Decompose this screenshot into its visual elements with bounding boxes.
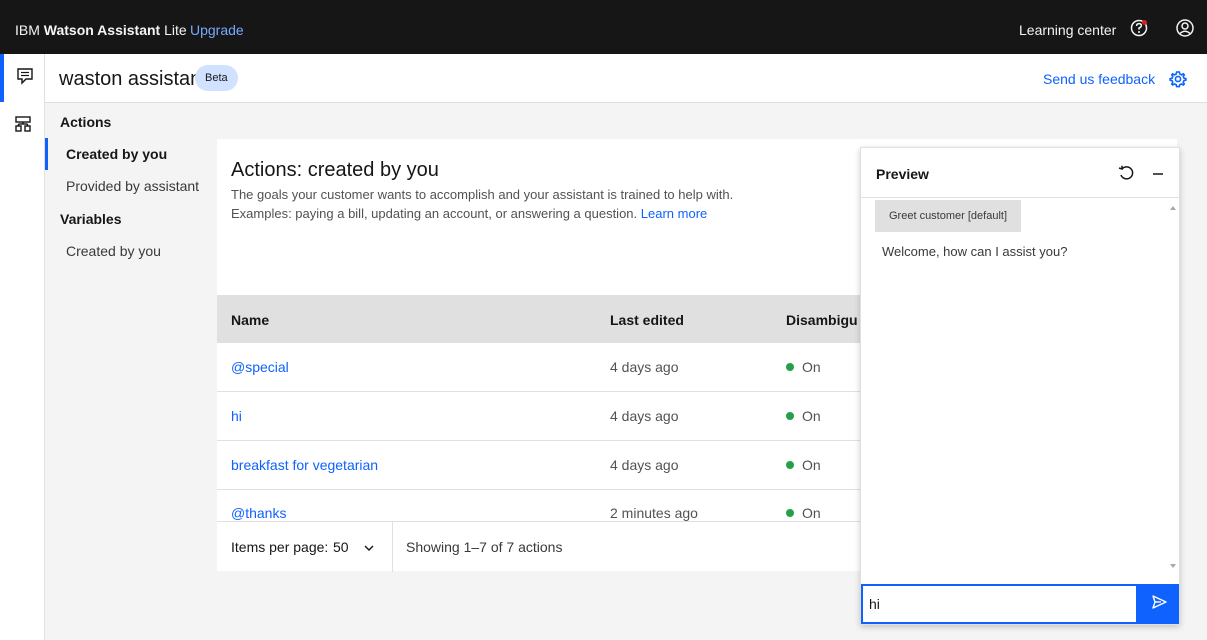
preview-conversation: Greet customer [default] Welcome, how ca…: [861, 199, 1179, 574]
last-edited: 4 days ago: [610, 408, 679, 424]
disambiguation-status: On: [786, 392, 821, 441]
table-header: Name Last edited Disambigu: [217, 295, 861, 343]
status-dot-icon: [786, 509, 794, 517]
disambiguation-status: On: [786, 490, 821, 521]
actions-table: Name Last edited Disambigu @special 4 da…: [217, 295, 861, 521]
status-dot-icon: [786, 461, 794, 469]
description-examples: Examples: paying a bill, updating an acc…: [231, 206, 638, 221]
items-per-page-label: Items per page:: [231, 539, 329, 555]
status-text: On: [802, 359, 821, 375]
assistant-message: Welcome, how can I assist you?: [882, 244, 1068, 259]
description-line-2: Examples: paying a bill, updating an acc…: [231, 204, 851, 223]
status-dot-icon: [786, 412, 794, 420]
preview-title: Preview: [876, 166, 929, 182]
pagination-divider: [392, 522, 393, 572]
help-icon[interactable]: [1129, 18, 1149, 38]
status-text: On: [802, 457, 821, 473]
scrollbar[interactable]: [1167, 199, 1179, 574]
left-rail: [0, 54, 45, 640]
nav-heading-variables: Variables: [60, 211, 122, 227]
preview-header: Preview: [861, 148, 1179, 198]
send-button[interactable]: [1138, 584, 1179, 624]
message-input[interactable]: [861, 584, 1138, 624]
minimize-icon[interactable]: [1148, 163, 1168, 183]
items-per-page-value: 50: [333, 539, 349, 555]
table-row[interactable]: breakfast for vegetarian 4 days ago On: [217, 441, 861, 490]
action-name-link[interactable]: @thanks: [231, 490, 286, 521]
page-title: Actions: created by you: [231, 159, 439, 181]
nav-heading-actions: Actions: [60, 114, 112, 130]
learn-more-link[interactable]: Learn more: [641, 206, 707, 221]
nav-item-actions-created-by-you[interactable]: Created by you: [45, 138, 217, 170]
learning-center-link[interactable]: Learning center: [1019, 0, 1116, 60]
brand-prefix: IBM: [15, 22, 40, 38]
last-edited: 4 days ago: [610, 457, 679, 473]
table-row[interactable]: hi 4 days ago On: [217, 392, 861, 441]
assistant-name: waston assistant: [59, 68, 207, 90]
table-row[interactable]: @special 4 days ago On: [217, 343, 861, 392]
top-bar: IBM Watson Assistant Lite Upgrade Learni…: [0, 0, 1207, 54]
status-text: On: [802, 505, 821, 521]
upgrade-link[interactable]: Upgrade: [190, 0, 244, 60]
items-per-page-select[interactable]: 50: [319, 522, 391, 572]
preview-panel: Preview Greet customer [default] Welcome…: [860, 147, 1180, 625]
page-description: The goals your customer wants to accompl…: [231, 185, 851, 223]
rail-actions-button[interactable]: [0, 54, 45, 102]
restart-icon[interactable]: [1116, 163, 1136, 183]
brand-plan: Lite: [164, 22, 187, 38]
nav-item-variables-created-by-you[interactable]: Created by you: [45, 235, 217, 267]
column-header-name[interactable]: Name: [231, 295, 269, 345]
disambiguation-status: On: [786, 441, 821, 490]
status-text: On: [802, 408, 821, 424]
column-header-disambiguation[interactable]: Disambigu: [786, 295, 858, 345]
product-name: IBM Watson Assistant Lite: [15, 0, 187, 54]
status-dot-icon: [786, 363, 794, 371]
table-row[interactable]: @thanks 2 minutes ago On: [217, 490, 861, 521]
beta-badge: Beta: [195, 65, 238, 91]
last-edited: 4 days ago: [610, 359, 679, 375]
send-icon: [1150, 593, 1168, 616]
chat-icon: [16, 67, 34, 90]
action-name-link[interactable]: breakfast for vegetarian: [231, 441, 378, 490]
column-header-last-edited[interactable]: Last edited: [610, 295, 684, 345]
side-nav: Actions Created by you Provided by assis…: [45, 103, 217, 640]
last-edited: 2 minutes ago: [610, 505, 698, 521]
user-avatar-icon[interactable]: [1175, 18, 1195, 38]
description-line-1: The goals your customer wants to accompl…: [231, 187, 734, 202]
action-name-link[interactable]: hi: [231, 392, 242, 441]
send-feedback-link[interactable]: Send us feedback: [1043, 71, 1155, 87]
pagination: Items per page: 50 Showing 1–7 of 7 acti…: [217, 521, 861, 572]
brand-name: Watson Assistant: [43, 22, 161, 38]
disambiguation-status: On: [786, 343, 821, 392]
integrations-icon: [14, 115, 32, 138]
rail-integrations-button[interactable]: [0, 102, 45, 150]
chevron-down-icon: [363, 522, 375, 572]
greet-customer-chip: Greet customer [default]: [875, 200, 1021, 232]
pagination-status: Showing 1–7 of 7 actions: [406, 539, 563, 555]
gear-icon[interactable]: [1168, 69, 1188, 89]
nav-item-provided-by-assistant[interactable]: Provided by assistant: [45, 170, 217, 202]
page-header: waston assistant Beta Send us feedback: [45, 54, 1207, 103]
action-name-link[interactable]: @special: [231, 343, 289, 392]
